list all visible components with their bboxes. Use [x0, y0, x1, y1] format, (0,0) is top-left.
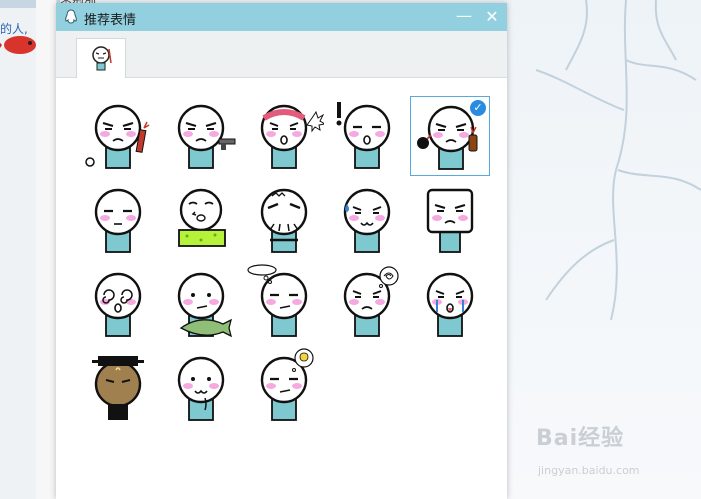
- spiral-icon: [94, 272, 142, 337]
- sweat-icon: [343, 188, 391, 253]
- lightbulb-icon: [260, 348, 314, 421]
- selected-check-icon: ✓: [470, 100, 486, 116]
- background-window-edge: [0, 0, 36, 499]
- sticker-headband-angry[interactable]: [244, 96, 324, 176]
- background-window-panel: [36, 0, 57, 499]
- tears-icon: [426, 272, 474, 337]
- fish-icon: [177, 272, 232, 338]
- baidu-jingyan-watermark: Bai经验 jingyan.baidu.com: [536, 420, 640, 477]
- sticker-tab-bar: [56, 31, 507, 78]
- sticker-gun[interactable]: [161, 96, 241, 176]
- sticker-thinking[interactable]: [244, 264, 324, 344]
- window-title: 推荐表情: [84, 13, 137, 28]
- sticker-smirk[interactable]: [161, 348, 241, 428]
- gun-icon: [177, 104, 236, 169]
- sticker-crying[interactable]: [410, 264, 490, 344]
- sticker-old-man[interactable]: [244, 180, 324, 260]
- exclamation-icon: [336, 102, 391, 169]
- tab-stickman-pack[interactable]: [76, 38, 126, 78]
- sticker-dizzy[interactable]: [78, 264, 158, 344]
- qq-penguin-icon: [65, 9, 77, 24]
- beard-icon: [260, 188, 308, 253]
- watermark-url: jingyan.baidu.com: [538, 464, 640, 477]
- sticker-bathtub[interactable]: [161, 180, 241, 260]
- firecracker-icon: [85, 104, 150, 169]
- smirk-icon: [177, 356, 225, 421]
- sticker-bomb[interactable]: ✓: [410, 96, 490, 176]
- stickman-face-icon: [92, 46, 112, 71]
- face-icon: [94, 188, 142, 253]
- sticker-fish[interactable]: [161, 264, 241, 344]
- sticker-square-head[interactable]: [410, 180, 490, 260]
- watermark-text: Bai经验: [536, 426, 625, 451]
- title-bar[interactable]: 推荐表情 — ✕: [56, 3, 507, 31]
- sticker-idea[interactable]: [244, 348, 324, 428]
- sticker-confused[interactable]: [327, 264, 407, 344]
- sticker-firecracker[interactable]: [78, 96, 158, 176]
- bathtub-icon: [178, 188, 226, 247]
- minimize-button[interactable]: —: [454, 7, 474, 27]
- square-head-icon: [426, 188, 474, 253]
- headband-icon: [260, 104, 324, 169]
- scribble-bubble-icon: [343, 266, 399, 337]
- close-button[interactable]: ✕: [482, 7, 502, 27]
- sticker-sweat[interactable]: [327, 180, 407, 260]
- sticker-exclaim-shock[interactable]: [327, 96, 407, 176]
- sticker-judge-bao[interactable]: [78, 348, 158, 428]
- official-hat-icon: [92, 356, 144, 420]
- sticker-plain[interactable]: [78, 180, 158, 260]
- recommended-stickers-window: 推荐表情 — ✕ ✓: [56, 3, 507, 499]
- thought-bubble-icon: [247, 264, 308, 337]
